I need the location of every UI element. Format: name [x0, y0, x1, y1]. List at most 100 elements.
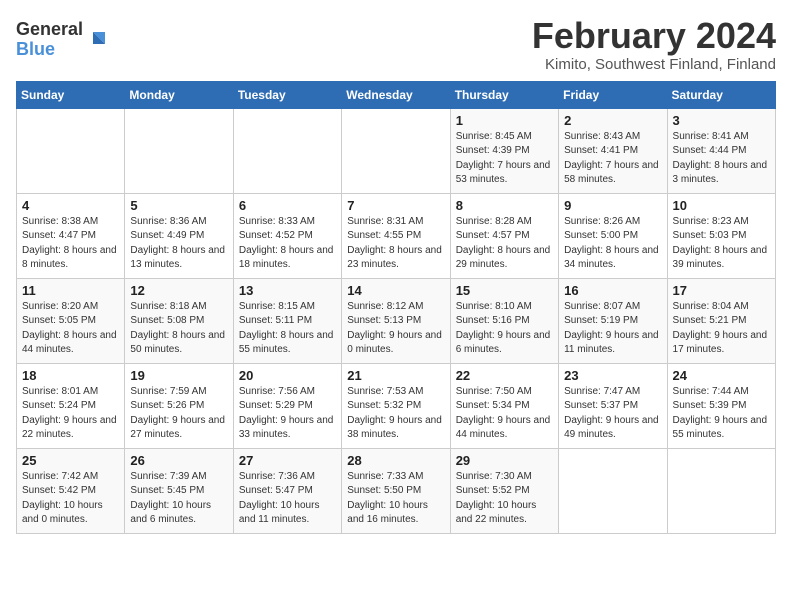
- day-number: 8: [456, 198, 553, 213]
- day-number: 21: [347, 368, 444, 383]
- day-info: Sunrise: 8:07 AM Sunset: 5:19 PM Dayligh…: [564, 300, 661, 358]
- day-info: Sunrise: 7:44 AM Sunset: 5:39 PM Dayligh…: [673, 385, 770, 443]
- day-info: Sunrise: 8:28 AM Sunset: 4:57 PM Dayligh…: [456, 215, 553, 273]
- calendar-cell: 21 Sunrise: 7:53 AM Sunset: 5:32 PM Dayli…: [342, 363, 450, 448]
- day-info: Sunrise: 7:42 AM Sunset: 5:42 PM Dayligh…: [22, 470, 119, 528]
- day-header-friday: Friday: [559, 81, 667, 108]
- calendar-cell: 15 Sunrise: 8:10 AM Sunset: 5:16 PM Dayli…: [450, 278, 558, 363]
- day-number: 3: [673, 113, 770, 128]
- day-info: Sunrise: 8:43 AM Sunset: 4:41 PM Dayligh…: [564, 130, 661, 188]
- calendar-cell: 7Sunrise: 8:31 AM Sunset: 4:55 PM Daylig…: [342, 193, 450, 278]
- day-number: 15: [456, 283, 553, 298]
- day-header-monday: Monday: [125, 81, 233, 108]
- day-info: Sunrise: 8:36 AM Sunset: 4:49 PM Dayligh…: [130, 215, 227, 273]
- calendar-cell: [233, 108, 341, 193]
- calendar-cell: 11 Sunrise: 8:20 AM Sunset: 5:05 PM Dayli…: [17, 278, 125, 363]
- calendar-cell: [125, 108, 233, 193]
- day-info: Sunrise: 8:33 AM Sunset: 4:52 PM Dayligh…: [239, 215, 336, 273]
- day-info: Sunrise: 8:20 AM Sunset: 5:05 PM Dayligh…: [22, 300, 119, 358]
- week-row-4: 18 Sunrise: 8:01 AM Sunset: 5:24 PM Dayli…: [17, 363, 776, 448]
- logo-icon: [85, 28, 109, 52]
- day-number: 4: [22, 198, 119, 213]
- calendar-cell: 27 Sunrise: 7:36 AM Sunset: 5:47 PM Dayli…: [233, 448, 341, 533]
- page-header: General Blue February 2024 Kimito, South…: [16, 16, 776, 73]
- day-header-thursday: Thursday: [450, 81, 558, 108]
- day-number: 10: [673, 198, 770, 213]
- day-info: Sunrise: 8:45 AM Sunset: 4:39 PM Dayligh…: [456, 130, 553, 188]
- day-number: 2: [564, 113, 661, 128]
- day-info: Sunrise: 7:33 AM Sunset: 5:50 PM Dayligh…: [347, 470, 444, 528]
- calendar-cell: 24 Sunrise: 7:44 AM Sunset: 5:39 PM Dayli…: [667, 363, 775, 448]
- day-header-wednesday: Wednesday: [342, 81, 450, 108]
- calendar-cell: 19 Sunrise: 7:59 AM Sunset: 5:26 PM Dayli…: [125, 363, 233, 448]
- calendar-table: SundayMondayTuesdayWednesdayThursdayFrid…: [16, 81, 776, 534]
- calendar-cell: 25 Sunrise: 7:42 AM Sunset: 5:42 PM Dayli…: [17, 448, 125, 533]
- days-header-row: SundayMondayTuesdayWednesdayThursdayFrid…: [17, 81, 776, 108]
- day-info: Sunrise: 7:50 AM Sunset: 5:34 PM Dayligh…: [456, 385, 553, 443]
- calendar-cell: 18 Sunrise: 8:01 AM Sunset: 5:24 PM Dayli…: [17, 363, 125, 448]
- day-info: Sunrise: 8:01 AM Sunset: 5:24 PM Dayligh…: [22, 385, 119, 443]
- calendar-cell: 16Sunrise: 8:07 AM Sunset: 5:19 PM Dayli…: [559, 278, 667, 363]
- calendar-cell: 6 Sunrise: 8:33 AM Sunset: 4:52 PM Daylig…: [233, 193, 341, 278]
- day-number: 5: [130, 198, 227, 213]
- day-number: 23: [564, 368, 661, 383]
- logo: General Blue: [16, 20, 109, 60]
- calendar-cell: 10Sunrise: 8:23 AM Sunset: 5:03 PM Dayli…: [667, 193, 775, 278]
- calendar-cell: 1 Sunrise: 8:45 AM Sunset: 4:39 PM Daylig…: [450, 108, 558, 193]
- calendar-cell: 13Sunrise: 8:15 AM Sunset: 5:11 PM Dayli…: [233, 278, 341, 363]
- day-number: 29: [456, 453, 553, 468]
- day-info: Sunrise: 8:10 AM Sunset: 5:16 PM Dayligh…: [456, 300, 553, 358]
- day-info: Sunrise: 8:38 AM Sunset: 4:47 PM Dayligh…: [22, 215, 119, 273]
- day-number: 6: [239, 198, 336, 213]
- calendar-cell: 5 Sunrise: 8:36 AM Sunset: 4:49 PM Daylig…: [125, 193, 233, 278]
- calendar-cell: 20 Sunrise: 7:56 AM Sunset: 5:29 PM Dayli…: [233, 363, 341, 448]
- day-info: Sunrise: 7:39 AM Sunset: 5:45 PM Dayligh…: [130, 470, 227, 528]
- day-info: Sunrise: 8:41 AM Sunset: 4:44 PM Dayligh…: [673, 130, 770, 188]
- day-info: Sunrise: 8:18 AM Sunset: 5:08 PM Dayligh…: [130, 300, 227, 358]
- day-info: Sunrise: 8:26 AM Sunset: 5:00 PM Dayligh…: [564, 215, 661, 273]
- week-row-2: 4 Sunrise: 8:38 AM Sunset: 4:47 PM Daylig…: [17, 193, 776, 278]
- logo-blue-text: Blue: [16, 40, 83, 60]
- day-number: 1: [456, 113, 553, 128]
- day-number: 12: [130, 283, 227, 298]
- calendar-subtitle: Kimito, Southwest Finland, Finland: [532, 56, 776, 73]
- calendar-cell: [342, 108, 450, 193]
- calendar-cell: 3 Sunrise: 8:41 AM Sunset: 4:44 PM Daylig…: [667, 108, 775, 193]
- calendar-cell: 17Sunrise: 8:04 AM Sunset: 5:21 PM Dayli…: [667, 278, 775, 363]
- day-info: Sunrise: 8:04 AM Sunset: 5:21 PM Dayligh…: [673, 300, 770, 358]
- day-info: Sunrise: 7:30 AM Sunset: 5:52 PM Dayligh…: [456, 470, 553, 528]
- calendar-cell: 26 Sunrise: 7:39 AM Sunset: 5:45 PM Dayli…: [125, 448, 233, 533]
- day-number: 24: [673, 368, 770, 383]
- day-number: 26: [130, 453, 227, 468]
- day-number: 25: [22, 453, 119, 468]
- calendar-cell: 4 Sunrise: 8:38 AM Sunset: 4:47 PM Daylig…: [17, 193, 125, 278]
- day-info: Sunrise: 7:47 AM Sunset: 5:37 PM Dayligh…: [564, 385, 661, 443]
- day-number: 11: [22, 283, 119, 298]
- calendar-cell: 2 Sunrise: 8:43 AM Sunset: 4:41 PM Daylig…: [559, 108, 667, 193]
- calendar-cell: 14Sunrise: 8:12 AM Sunset: 5:13 PM Dayli…: [342, 278, 450, 363]
- calendar-cell: 23 Sunrise: 7:47 AM Sunset: 5:37 PM Dayli…: [559, 363, 667, 448]
- calendar-cell: 28 Sunrise: 7:33 AM Sunset: 5:50 PM Dayli…: [342, 448, 450, 533]
- week-row-3: 11 Sunrise: 8:20 AM Sunset: 5:05 PM Dayli…: [17, 278, 776, 363]
- day-number: 9: [564, 198, 661, 213]
- title-section: February 2024 Kimito, Southwest Finland,…: [532, 16, 776, 73]
- day-number: 28: [347, 453, 444, 468]
- day-info: Sunrise: 7:56 AM Sunset: 5:29 PM Dayligh…: [239, 385, 336, 443]
- calendar-cell: 12 Sunrise: 8:18 AM Sunset: 5:08 PM Dayli…: [125, 278, 233, 363]
- day-number: 7: [347, 198, 444, 213]
- day-number: 20: [239, 368, 336, 383]
- week-row-5: 25 Sunrise: 7:42 AM Sunset: 5:42 PM Dayli…: [17, 448, 776, 533]
- calendar-cell: 9 Sunrise: 8:26 AM Sunset: 5:00 PM Daylig…: [559, 193, 667, 278]
- day-info: Sunrise: 7:36 AM Sunset: 5:47 PM Dayligh…: [239, 470, 336, 528]
- day-info: Sunrise: 7:59 AM Sunset: 5:26 PM Dayligh…: [130, 385, 227, 443]
- day-number: 18: [22, 368, 119, 383]
- day-number: 27: [239, 453, 336, 468]
- day-header-sunday: Sunday: [17, 81, 125, 108]
- calendar-title: February 2024: [532, 16, 776, 56]
- day-info: Sunrise: 7:53 AM Sunset: 5:32 PM Dayligh…: [347, 385, 444, 443]
- logo-general-text: General: [16, 20, 83, 40]
- calendar-cell: 22Sunrise: 7:50 AM Sunset: 5:34 PM Dayli…: [450, 363, 558, 448]
- calendar-cell: [559, 448, 667, 533]
- day-header-tuesday: Tuesday: [233, 81, 341, 108]
- day-number: 19: [130, 368, 227, 383]
